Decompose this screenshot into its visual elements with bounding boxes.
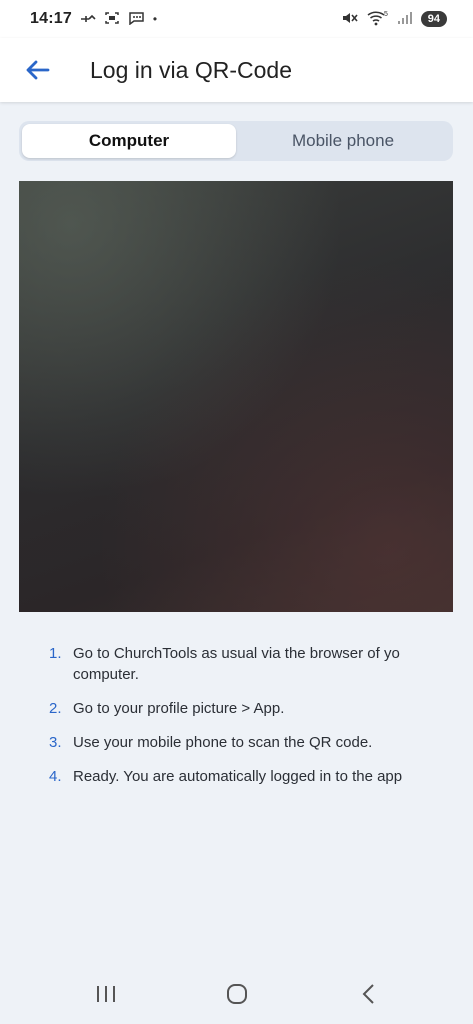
app-header: Log in via QR-Code bbox=[0, 38, 473, 102]
tab-computer[interactable]: Computer bbox=[22, 124, 236, 158]
tab-mobile-phone[interactable]: Mobile phone bbox=[236, 124, 450, 158]
home-icon bbox=[226, 984, 247, 1004]
key-icon bbox=[80, 12, 96, 27]
qr-camera-viewfinder[interactable] bbox=[19, 181, 453, 612]
step-text: Ready. You are automatically logged in t… bbox=[73, 768, 403, 785]
status-left: 14:17 • bbox=[30, 10, 157, 28]
recent-apps-icon bbox=[96, 986, 115, 1002]
step-number: 2. bbox=[49, 700, 62, 717]
step-text: Go to your profile picture > App. bbox=[73, 700, 285, 717]
device-segmented-control: Computer Mobile phone bbox=[19, 121, 453, 161]
page-title: Log in via QR-Code bbox=[90, 56, 292, 83]
signal-icon bbox=[397, 11, 413, 28]
step-text: Use your mobile phone to scan the QR cod… bbox=[73, 734, 373, 751]
back-button[interactable] bbox=[12, 45, 62, 95]
step-number: 4. bbox=[49, 768, 62, 785]
chevron-left-icon bbox=[362, 984, 374, 1004]
step-text: Go to ChurchTools as usual via the brows… bbox=[73, 645, 400, 683]
status-bar: 14:17 • 5 94 bbox=[0, 0, 473, 38]
home-button[interactable] bbox=[207, 969, 267, 1019]
mute-icon bbox=[341, 11, 359, 28]
status-time: 14:17 bbox=[30, 10, 72, 27]
recent-apps-button[interactable] bbox=[76, 969, 136, 1019]
system-nav-bar bbox=[0, 964, 473, 1024]
list-item: 3. Use your mobile phone to scan the QR … bbox=[0, 732, 473, 753]
list-item: 2. Go to your profile picture > App. bbox=[0, 698, 473, 719]
list-item: 1. Go to ChurchTools as usual via the br… bbox=[0, 643, 473, 685]
wifi-label: 5 bbox=[384, 11, 388, 18]
wifi-icon: 5 bbox=[367, 10, 389, 29]
battery-badge: 94 bbox=[420, 11, 447, 27]
status-right: 5 94 bbox=[341, 10, 447, 29]
list-item: 4. Ready. You are automatically logged i… bbox=[0, 766, 473, 787]
step-number: 3. bbox=[49, 734, 62, 751]
screenshot-icon bbox=[104, 11, 120, 28]
step-number: 1. bbox=[49, 645, 62, 662]
system-back-button[interactable] bbox=[338, 969, 398, 1019]
notification-dot: • bbox=[152, 12, 158, 26]
back-arrow-icon bbox=[26, 60, 50, 80]
chat-icon bbox=[128, 11, 145, 28]
instruction-list: 1. Go to ChurchTools as usual via the br… bbox=[0, 643, 473, 800]
